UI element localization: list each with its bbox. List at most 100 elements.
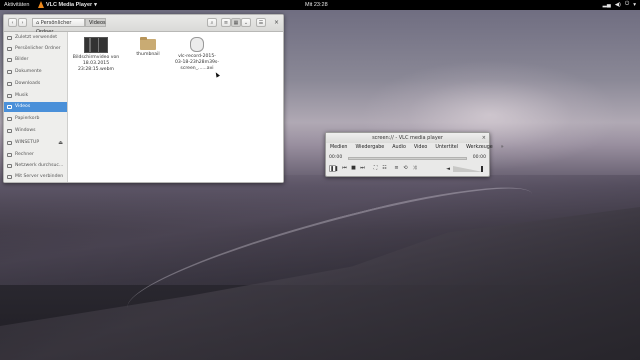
clock[interactable]: Mit 23:28 [305, 2, 328, 8]
sidebar-item-label: Mit Server verbinden [15, 174, 64, 179]
downloads-icon [7, 82, 12, 86]
menu-item-media[interactable]: Medien [326, 144, 351, 152]
vlc-controls: ❚❚ ⏮ ■ ⏭ ⛶ ☷ ≡ ⟲ ⤨ ◄ [329, 164, 486, 174]
sidebar-item-windows[interactable]: Windows [4, 126, 67, 136]
grid-view-icon: ▦ [233, 20, 239, 26]
vlc-seek-area: 00:00 00:00 [329, 155, 486, 162]
sidebar-item-pictures[interactable]: Bilder [4, 55, 67, 65]
sidebar-item-recent[interactable]: Zuletzt verwendet [4, 33, 67, 43]
forward-button[interactable]: › [18, 18, 27, 27]
playlist-button[interactable]: ≡ [393, 165, 400, 172]
pause-icon: ❚❚ [330, 166, 339, 172]
app-menu-label: VLC Media Player [46, 1, 93, 8]
close-button[interactable]: × [482, 133, 486, 143]
shuffle-button[interactable]: ⤨ [411, 165, 418, 172]
grid-view-button[interactable]: ▦ [231, 18, 241, 27]
sidebar-item-downloads[interactable]: Downloads [4, 79, 67, 89]
extended-settings-icon: ☷ [382, 165, 387, 171]
next-icon: ⏭ [360, 165, 365, 171]
list-view-button[interactable]: ≡ [221, 18, 231, 27]
folder-icon [140, 37, 156, 50]
chevron-down-icon: ⌄ [243, 20, 249, 26]
pause-button[interactable]: ❚❚ [329, 165, 339, 172]
file-name-line: thumbnail [136, 52, 160, 57]
pictures-icon [7, 58, 12, 62]
sidebar-item-label: Persönlicher Ordner [15, 46, 61, 51]
app-menu-button[interactable]: VLC Media Player ▾ [38, 1, 97, 8]
file-manager-header-bar: ‹ › ⌂ Persönlicher Ordner Videos ⌕ ≡ ▦ ⌄… [4, 15, 283, 35]
videos-icon [7, 105, 12, 109]
sidebar-item-label: Downloads [15, 81, 41, 86]
computer-icon [7, 153, 12, 157]
speaker-icon[interactable]: ◄ [446, 166, 450, 172]
previous-icon: ⏮ [342, 165, 347, 171]
shuffle-icon: ⤨ [412, 165, 417, 171]
view-options-button[interactable]: ⌄ [241, 18, 251, 27]
file-item-screencast[interactable]: Bildschirmvideo von 18.03.2015 23:28:15.… [71, 37, 121, 73]
power-icon: ⏻ [624, 1, 630, 7]
sidebar-item-documents[interactable]: Dokumente [4, 67, 67, 77]
vlc-title-bar: screen:// - VLC media player × [326, 133, 489, 143]
system-status-menu[interactable]: ▂▄ ◀) ⏻ ▾ [603, 1, 636, 8]
clock-icon [7, 36, 12, 40]
menu-button[interactable]: ☰ [256, 18, 266, 27]
network-icon [7, 164, 12, 168]
time-total: 00:00 [472, 155, 486, 160]
sidebar-item-trash[interactable]: Papierkorb [4, 114, 67, 124]
sidebar-item-network[interactable]: Netzwerk durchsuc... [4, 161, 67, 171]
back-button[interactable]: ‹ [8, 18, 17, 27]
sidebar-item-winsetup[interactable]: WINSETUP ⏏ [4, 138, 67, 148]
sidebar-item-label: Papierkorb [15, 116, 40, 121]
stop-icon: ■ [351, 165, 356, 171]
menu-overflow-icon[interactable]: » [497, 144, 507, 152]
close-button[interactable]: × [272, 18, 281, 27]
chevron-down-icon: ▾ [633, 1, 636, 8]
sidebar-item-videos[interactable]: Videos [4, 102, 67, 112]
sidebar-item-label: Windows [15, 128, 36, 133]
menu-item-audio[interactable]: Audio [388, 144, 410, 152]
volume-track [453, 166, 483, 172]
menu-item-subtitles[interactable]: Untertitel [431, 144, 462, 152]
home-icon [7, 47, 12, 51]
sidebar-item-home[interactable]: Persönlicher Ordner [4, 44, 67, 54]
video-thumbnail-icon [84, 37, 108, 53]
file-view: Bildschirmvideo von 18.03.2015 23:28:15.… [68, 32, 283, 182]
chevron-down-icon: ▾ [94, 1, 97, 8]
eject-icon[interactable]: ⏏ [58, 138, 63, 148]
extended-settings-button[interactable]: ☷ [381, 165, 388, 172]
volume-slider[interactable] [453, 166, 483, 172]
menu-item-tools[interactable]: Werkzeuge [462, 144, 497, 152]
breadcrumb-videos[interactable]: Videos [85, 18, 106, 27]
seek-slider[interactable] [348, 157, 467, 160]
sidebar-item-music[interactable]: Musik [4, 91, 67, 101]
menu-item-playback[interactable]: Wiedergabe [351, 144, 388, 152]
next-button[interactable]: ⏭ [359, 165, 366, 172]
server-icon [7, 175, 12, 179]
sidebar-item-connect-server[interactable]: Mit Server verbinden [4, 172, 67, 182]
loop-icon: ⟲ [403, 165, 408, 171]
drive-icon [7, 129, 12, 133]
sidebar-item-computer[interactable]: Rechner [4, 150, 67, 160]
music-icon [7, 94, 12, 98]
file-item-vlc-record[interactable]: vlc-record-2015- 03-18-23h28m39s- screen… [172, 37, 222, 72]
time-elapsed: 00:00 [329, 155, 343, 160]
loop-button[interactable]: ⟲ [402, 165, 409, 172]
sidebar-item-label: Zuletzt verwendet [15, 35, 58, 40]
places-sidebar: Zuletzt verwendet Persönlicher Ordner Bi… [4, 32, 68, 182]
menu-item-video[interactable]: Video [410, 144, 431, 152]
vlc-menu-bar: Medien Wiedergabe Audio Video Untertitel… [326, 144, 504, 152]
search-icon: ⌕ [210, 20, 214, 26]
stop-button[interactable]: ■ [350, 165, 357, 172]
sidebar-item-label: Netzwerk durchsuc... [15, 163, 64, 168]
trash-icon [7, 117, 12, 121]
previous-button[interactable]: ⏮ [341, 165, 348, 172]
search-button[interactable]: ⌕ [207, 18, 217, 27]
sidebar-item-label: Dokumente [15, 69, 42, 74]
file-item-thumbnail-folder[interactable]: thumbnail [123, 37, 173, 58]
volume-icon: ◀) [614, 1, 621, 8]
gnome-top-bar: Aktivitäten VLC Media Player ▾ Mit 23:28… [0, 0, 640, 10]
activities-button[interactable]: Aktivitäten [4, 2, 29, 8]
sidebar-item-label: Videos [15, 104, 31, 109]
breadcrumb-home[interactable]: ⌂ Persönlicher Ordner [32, 18, 85, 35]
fullscreen-button[interactable]: ⛶ [372, 165, 379, 172]
